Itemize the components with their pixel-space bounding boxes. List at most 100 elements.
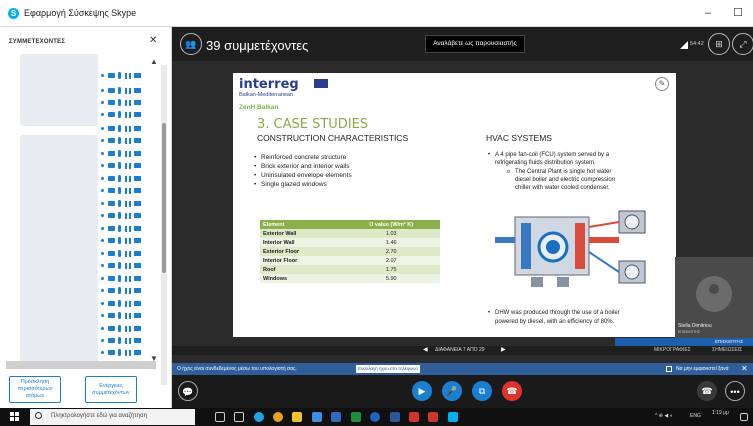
microphone-icon (118, 162, 121, 169)
table-cell: Windows (260, 274, 343, 283)
cortana-icon[interactable] (215, 412, 225, 422)
close-panel-button[interactable]: ✕ (149, 35, 157, 46)
participant-actions-button[interactable]: Ενέργειες συμμετεχόντων (85, 376, 137, 403)
participant-row[interactable] (100, 87, 148, 95)
invite-more-button[interactable]: Πρόσκληση περισσότερων ατόμων (9, 376, 61, 403)
annotate-pencil-icon[interactable]: ✎ (655, 77, 669, 91)
participant-row[interactable] (100, 225, 148, 233)
previous-slide-icon[interactable]: ◀ (423, 346, 428, 353)
table-row: Interior Wall 1.46 (260, 238, 440, 247)
camera-icon[interactable]: ▶ (412, 381, 432, 401)
take-over-presenter-button[interactable]: Αναλάβετε ως παρουσιαστής (425, 35, 525, 53)
mail-icon[interactable] (331, 412, 341, 422)
table-cell: Interior Wall (260, 238, 343, 247)
participant-row[interactable] (100, 137, 148, 145)
pause-icon (125, 226, 131, 232)
participant-row[interactable] (100, 300, 148, 308)
participant-row[interactable] (100, 150, 148, 158)
windows-start-icon[interactable] (10, 412, 20, 422)
participant-row[interactable] (100, 72, 148, 80)
chat-icon[interactable]: 💬 (178, 381, 198, 401)
scroll-up-icon[interactable]: ▲ (150, 57, 158, 66)
microphone-icon (118, 312, 121, 319)
table-row: Exterior Wall 1.03 (260, 229, 440, 238)
powerpoint-icon[interactable] (428, 412, 438, 422)
close-notification-icon[interactable]: ✕ (741, 364, 748, 373)
participant-row[interactable] (100, 187, 148, 195)
participant-row[interactable] (100, 262, 148, 270)
store-icon[interactable] (312, 412, 322, 422)
thumbnails-button[interactable]: ΜΙΚΡΟΓΡΑΦΙΕΣ (654, 347, 691, 353)
windows-taskbar: Πληκτρολογήστε εδώ για αναζήτηση ^ ⊕ ◀ ◖… (0, 408, 753, 426)
dont-show-checkbox[interactable] (666, 366, 672, 372)
table-cell: 5.90 (342, 274, 440, 283)
hvac-sub-bullet: chiller with water cooled condenser. (515, 185, 610, 191)
participant-row[interactable] (6, 361, 156, 369)
chrome-icon[interactable] (273, 412, 283, 422)
taskbar-clock[interactable]: 1:19 μμ (712, 410, 729, 416)
call-timer: 54:42 (690, 41, 704, 47)
call-controls-icon[interactable]: ☎ (697, 381, 717, 401)
hvac-sub-bullet: The Central Plant is single hot water (507, 168, 611, 176)
notifications-icon[interactable] (740, 413, 748, 421)
construction-bullet: Single glazed windows (254, 181, 327, 188)
status-dot-icon (101, 74, 104, 77)
participant-row[interactable] (100, 325, 148, 333)
excel-icon[interactable] (351, 412, 361, 422)
u-value-table: Element U value (W/m² K) Exterior Wall 1.… (260, 220, 440, 283)
language-indicator[interactable]: ENG (690, 413, 701, 419)
word-icon[interactable] (390, 412, 400, 422)
video-icon (108, 201, 115, 206)
pause-icon (125, 238, 131, 244)
participant-row[interactable] (100, 250, 148, 258)
presenter-video-tile[interactable]: Stella Dimitriou ΕΠΙΣΚΕΠΤΗΣ (675, 257, 753, 343)
skype-taskbar-icon[interactable] (448, 412, 458, 422)
participant-row[interactable] (100, 125, 148, 133)
fullscreen-icon[interactable]: ⤢ (732, 33, 753, 55)
minimize-button[interactable]: – (693, 0, 723, 27)
table-header: U value (W/m² K) (342, 220, 440, 229)
screen-icon (134, 126, 141, 131)
video-icon (108, 213, 115, 218)
screen-icon (134, 176, 141, 181)
call-top-bar: 👥 39 συμμετέχοντες Αναλάβετε ως παρουσια… (172, 27, 753, 61)
participant-row[interactable] (100, 237, 148, 245)
participant-row[interactable] (100, 312, 148, 320)
microphone-icon[interactable]: 🎤 (442, 381, 462, 401)
share-screen-icon[interactable]: ⧉ (472, 381, 492, 401)
status-dot-icon (101, 227, 104, 230)
participant-row[interactable] (100, 175, 148, 183)
participant-row[interactable] (100, 275, 148, 283)
participant-row[interactable] (100, 212, 148, 220)
scrollbar-thumb[interactable] (162, 123, 166, 273)
participants-icon[interactable]: 👥 (180, 33, 202, 55)
participant-row[interactable] (100, 99, 148, 107)
file-explorer-icon[interactable] (292, 412, 302, 422)
participant-row[interactable] (100, 349, 148, 357)
more-options-icon[interactable]: ••• (725, 381, 745, 401)
video-icon (108, 326, 115, 331)
maximize-button[interactable]: ☐ (723, 0, 753, 27)
status-dot-icon (101, 239, 104, 242)
taskbar-search-box[interactable]: Πληκτρολογήστε εδώ για αναζήτηση (30, 409, 195, 425)
ie-icon[interactable] (370, 412, 380, 422)
participant-row[interactable] (100, 111, 148, 119)
microphone-icon (118, 287, 121, 294)
microphone-icon (118, 200, 121, 207)
construction-bullet: Uninsulated envelope elements (254, 172, 352, 179)
pdf-icon[interactable] (409, 412, 419, 422)
edge-icon[interactable] (254, 412, 264, 422)
participant-row[interactable] (100, 200, 148, 208)
participant-row[interactable] (100, 287, 148, 295)
participant-row[interactable] (100, 337, 148, 345)
microphone-icon (118, 72, 121, 79)
next-slide-icon[interactable]: ▶ (501, 346, 506, 353)
task-view-icon[interactable] (234, 412, 244, 422)
call-area: 👥 39 συμμετέχοντες Αναλάβετε ως παρουσια… (172, 27, 753, 381)
participant-row[interactable] (100, 162, 148, 170)
notes-button[interactable]: ΣΗΜΕΙΩΣΕΙΣ (712, 347, 742, 353)
end-call-icon[interactable]: ☎ (502, 381, 522, 401)
tray-icons[interactable]: ^ ⊕ ◀ ◖ (655, 413, 673, 419)
switch-audio-button[interactable]: Εναλλαγή ήχου στο τηλέφωνο (356, 365, 420, 373)
layout-icon[interactable]: ⊞ (708, 33, 730, 55)
